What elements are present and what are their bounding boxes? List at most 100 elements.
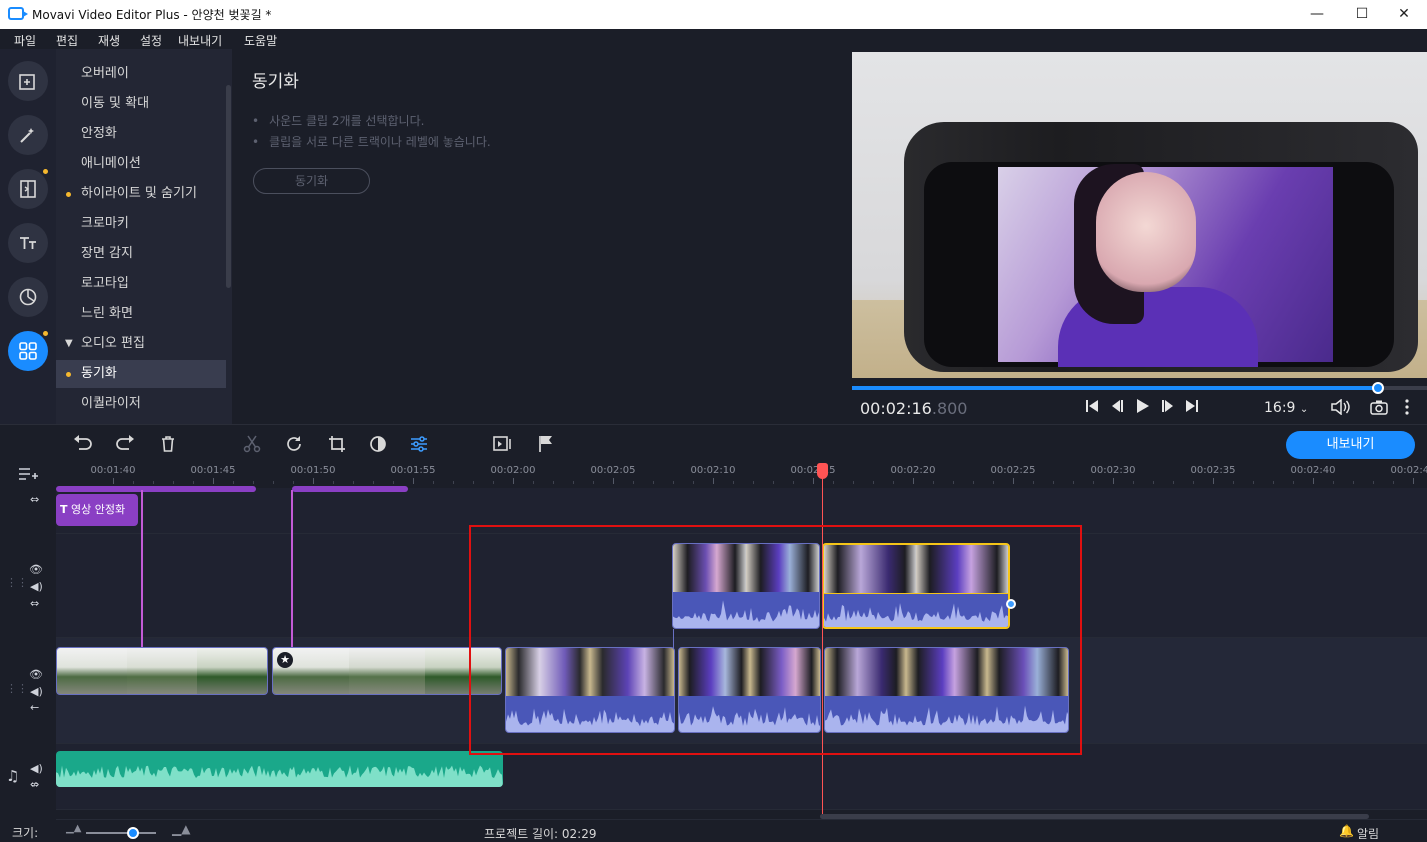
video-preview[interactable] — [852, 52, 1427, 378]
export-button[interactable]: 내보내기 — [1286, 431, 1415, 459]
transitions-button[interactable] — [8, 169, 48, 209]
link-icon[interactable]: ⇔ — [30, 493, 39, 506]
transition-wizard-button[interactable] — [493, 435, 513, 455]
maximize-button[interactable]: ☐ — [1339, 0, 1385, 29]
volume-icon[interactable]: ◀) — [30, 762, 43, 775]
volume-icon[interactable]: ◀) — [30, 580, 43, 593]
star-icon: ★ — [277, 652, 293, 668]
drag-handle-icon[interactable]: ⋮⋮ — [6, 576, 28, 589]
menu-playback[interactable]: 재생 — [98, 32, 120, 49]
title-clip-tail[interactable] — [56, 486, 256, 492]
go-to-end-button[interactable] — [1185, 399, 1199, 417]
ruler-minor-tick — [473, 481, 474, 484]
tool-animation[interactable]: 애니메이션 — [56, 150, 226, 178]
import-button[interactable] — [8, 61, 48, 101]
volume-button[interactable] — [1331, 398, 1351, 419]
music-waveform — [56, 765, 503, 787]
tool-sync[interactable]: 동기화 — [56, 360, 226, 388]
tool-label: 느린 화면 — [81, 306, 133, 321]
menu-file[interactable]: 파일 — [14, 32, 36, 49]
crop-button[interactable] — [327, 435, 347, 455]
seek-bar-rest[interactable] — [1379, 386, 1427, 390]
title-clip-tail[interactable] — [292, 486, 408, 492]
clip-properties-button[interactable] — [409, 435, 429, 455]
eye-icon[interactable]: 👁 — [29, 668, 43, 681]
step-forward-icon — [1162, 400, 1173, 412]
zoom-slider-track[interactable] — [86, 832, 156, 834]
ruler-tick-mark — [613, 478, 614, 484]
tools-scrollbar[interactable] — [226, 85, 231, 288]
scissors-icon — [243, 435, 261, 453]
zoom-in-icon[interactable]: ▁▲ — [172, 822, 190, 836]
redo-button[interactable] — [115, 435, 135, 455]
volume-icon[interactable]: ◀) — [30, 685, 43, 698]
next-frame-button[interactable] — [1161, 399, 1175, 417]
ruler-tick-mark — [713, 478, 714, 484]
side-toolbar — [0, 49, 56, 424]
ruler-minor-tick — [453, 481, 454, 484]
ruler-minor-tick — [1033, 481, 1034, 484]
previous-frame-button[interactable] — [1110, 399, 1124, 417]
ruler-minor-tick — [1093, 481, 1094, 484]
ruler-tick-label: 00:01:50 — [290, 465, 336, 476]
tool-pan-zoom[interactable]: 이동 및 확대 — [56, 90, 226, 118]
go-to-start-button[interactable] — [1085, 399, 1099, 417]
ruler-tick-mark — [313, 478, 314, 484]
tool-chroma-key[interactable]: 크로마키 — [56, 210, 226, 238]
timeline-ruler[interactable]: 00:01:40 00:01:45 00:01:50 00:01:55 00:0… — [56, 462, 1427, 488]
tool-highlight-conceal[interactable]: 하이라이트 및 숨기기 — [56, 180, 226, 208]
drag-handle-icon[interactable]: ⋮⋮ — [6, 682, 28, 695]
ruler-tick-mark — [113, 478, 114, 484]
close-button[interactable]: ✕ — [1381, 0, 1427, 29]
bell-icon[interactable]: 🔔 — [1339, 824, 1354, 838]
mute-link-icon[interactable]: ⇎ — [30, 778, 39, 791]
delete-button[interactable] — [158, 435, 178, 455]
tool-audio-editing[interactable]: ▼ 오디오 편집 — [56, 330, 226, 358]
filters-button[interactable] — [8, 115, 48, 155]
more-tools-button[interactable] — [8, 331, 48, 371]
snapshot-button[interactable] — [1370, 399, 1388, 419]
tool-overlay[interactable]: 오버레이 — [56, 60, 226, 88]
aspect-ratio-select[interactable]: 16:9 ⌄ — [1264, 400, 1308, 416]
timeline-scrollbar[interactable] — [820, 814, 1369, 819]
titles-button[interactable] — [8, 223, 48, 263]
minimize-button[interactable]: — — [1294, 0, 1340, 29]
play-icon — [1137, 399, 1149, 413]
rotate-button[interactable] — [284, 435, 304, 455]
color-adjust-button[interactable] — [368, 435, 388, 455]
undo-button[interactable] — [73, 435, 93, 455]
video-clip[interactable] — [56, 647, 268, 695]
tool-scene-detection[interactable]: 장면 감지 — [56, 240, 226, 268]
zoom-out-icon[interactable]: ▁▲ — [66, 823, 81, 834]
arrow-left-icon[interactable]: ← — [30, 701, 39, 714]
playhead-handle[interactable] — [817, 463, 828, 479]
add-track-button[interactable] — [18, 466, 38, 486]
ruler-minor-tick — [493, 481, 494, 484]
more-options-button[interactable] — [1403, 399, 1411, 419]
tool-logo[interactable]: 로고타입 — [56, 270, 226, 298]
menu-edit[interactable]: 편집 — [56, 32, 78, 49]
tool-slow-motion[interactable]: 느린 화면 — [56, 300, 226, 328]
tool-equalizer[interactable]: 이퀄라이저 — [56, 390, 226, 418]
title-clip[interactable]: T 영상 안정화 — [56, 494, 138, 526]
sync-button[interactable]: 동기화 — [253, 168, 370, 194]
video-clip[interactable]: ★ — [272, 647, 502, 695]
seek-bar-progress[interactable] — [852, 386, 1379, 390]
tool-label: 안정화 — [81, 126, 117, 141]
zoom-slider-handle[interactable] — [127, 827, 139, 839]
menu-export[interactable]: 내보내기 — [178, 32, 222, 49]
notifications-label[interactable]: 알림 — [1357, 825, 1379, 842]
menu-help[interactable]: 도움말 — [244, 32, 277, 49]
split-button[interactable] — [242, 435, 262, 455]
stickers-button[interactable] — [8, 277, 48, 317]
music-clip[interactable] — [56, 751, 503, 787]
ruler-minor-tick — [333, 481, 334, 484]
skip-start-icon — [1086, 400, 1098, 412]
tool-stabilization[interactable]: 안정화 — [56, 120, 226, 148]
add-marker-button[interactable] — [536, 435, 556, 455]
seek-handle[interactable] — [1372, 382, 1384, 394]
play-button[interactable] — [1135, 398, 1151, 418]
link-icon[interactable]: ⇔ — [30, 597, 39, 610]
eye-icon[interactable]: 👁 — [29, 563, 43, 576]
menu-settings[interactable]: 설정 — [140, 32, 162, 49]
